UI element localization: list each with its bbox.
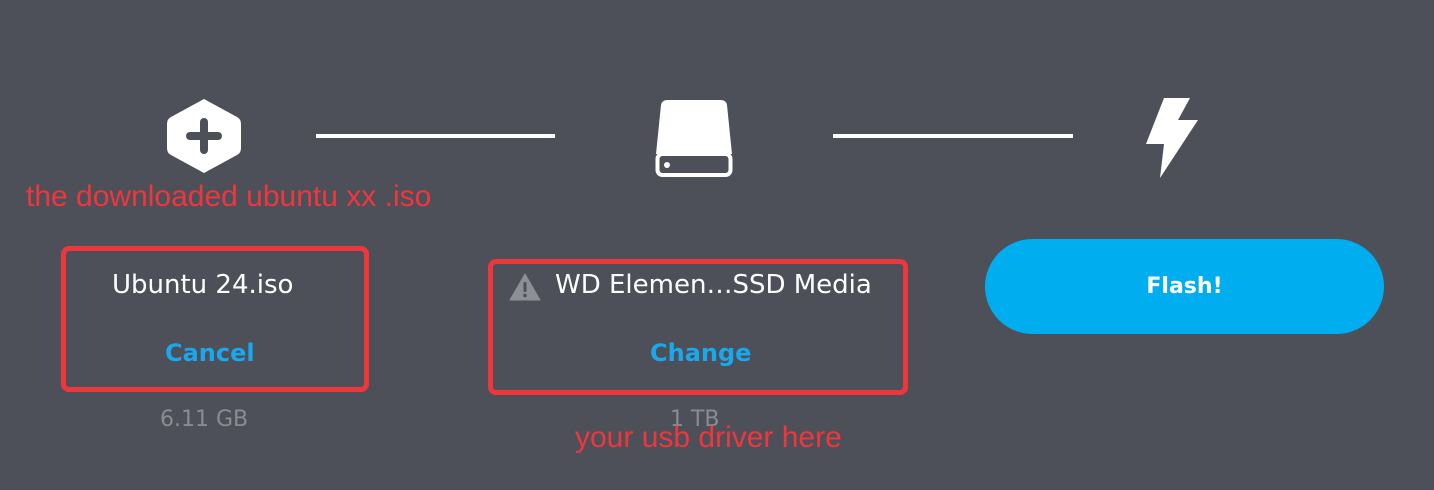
image-file-name: Ubuntu 24.iso xyxy=(112,270,294,300)
step-connector-1 xyxy=(316,134,555,138)
annotation-drive-note: your usb driver here xyxy=(575,421,842,454)
warning-triangle-icon xyxy=(509,273,541,301)
annotation-box-image xyxy=(61,246,369,392)
plus-hexagon-icon xyxy=(165,96,243,176)
annotation-image-note: the downloaded ubuntu xx .iso xyxy=(26,180,432,213)
drive-name: WD Elemen…SSD Media xyxy=(555,270,872,300)
change-button[interactable]: Change xyxy=(650,339,751,367)
step-connector-2 xyxy=(833,134,1073,138)
hard-drive-icon xyxy=(653,96,735,180)
cancel-button[interactable]: Cancel xyxy=(165,339,255,367)
image-size: 6.11 GB xyxy=(160,407,249,432)
flash-button[interactable]: Flash! xyxy=(985,239,1384,334)
lightning-bolt-icon xyxy=(1142,96,1202,180)
